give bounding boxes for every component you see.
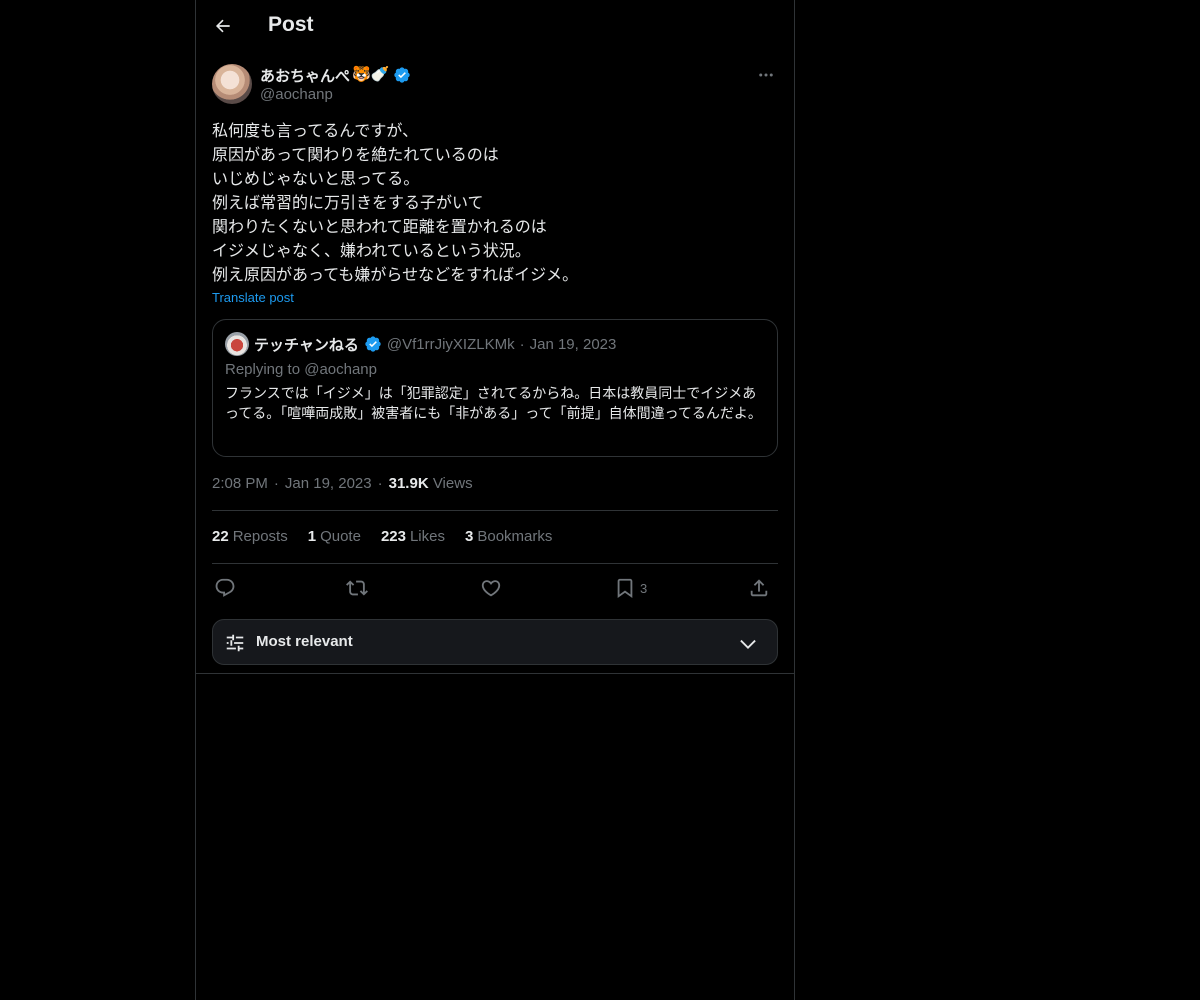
ellipsis-icon bbox=[759, 73, 773, 77]
quoted-author-name: テッチャンねる bbox=[254, 336, 359, 354]
bookmark-icon bbox=[617, 578, 633, 599]
reposts-count: 22 bbox=[212, 528, 229, 545]
divider bbox=[212, 563, 778, 564]
quoted-replying-to: Replying to @aochanp bbox=[225, 361, 377, 378]
share-button[interactable] bbox=[748, 574, 770, 602]
reposts-stat[interactable]: 22 Reposts bbox=[212, 528, 288, 545]
post-time[interactable]: 2:08 PM bbox=[212, 475, 268, 492]
post-text-line: 原因があって関わりを絶たれているのは bbox=[212, 145, 499, 164]
post-text-line: 私何度も言ってるんですが、 bbox=[212, 121, 419, 140]
share-icon bbox=[750, 579, 768, 597]
chevron-down-icon bbox=[740, 639, 756, 649]
more-options-button[interactable] bbox=[754, 64, 778, 86]
quoted-post-card[interactable]: テッチャンねる @Vf1rrJiyXIZLKMk · Jan 19, 2023 … bbox=[212, 319, 778, 457]
bookmarks-stat[interactable]: 3 Bookmarks bbox=[465, 528, 552, 545]
replies-sort-dropdown[interactable]: Most relevant bbox=[212, 619, 778, 665]
post-text-line: 関わりたくないと思われて距離を置かれるのは bbox=[212, 217, 547, 236]
bookmarks-count: 3 bbox=[465, 528, 474, 545]
quoted-author-handle: @Vf1rrJiyXIZLKMk bbox=[386, 335, 515, 353]
quoted-author-avatar bbox=[225, 332, 249, 356]
post-text-line: 例え原因があっても嫌がらせなどをすればイジメ。 bbox=[212, 265, 579, 284]
verified-badge-icon bbox=[393, 66, 411, 84]
repost-button[interactable] bbox=[346, 574, 368, 602]
arrow-left-icon bbox=[215, 19, 230, 33]
post-stats: 22 Reposts 1 Quote 223 Likes 3 Bookmarks bbox=[212, 528, 552, 545]
sort-label: Most relevant bbox=[256, 633, 353, 650]
quoted-post-date: Jan 19, 2023 bbox=[529, 335, 617, 353]
author-name-line: あおちゃんぺ 🐯🍼 bbox=[260, 65, 411, 85]
verified-badge-icon bbox=[365, 336, 381, 352]
views-count: 31.9K bbox=[388, 475, 429, 492]
reply-icon bbox=[215, 578, 235, 597]
post-text-line: イジメじゃなく、嫌われているという状況。 bbox=[212, 241, 531, 260]
post-author: あおちゃんぺ 🐯🍼 @aochanp bbox=[212, 64, 778, 108]
post-meta: 2:08 PM · Jan 19, 2023 · 31.9K Views bbox=[212, 475, 473, 492]
quotes-count: 1 bbox=[307, 528, 317, 545]
bookmark-count: 3 bbox=[640, 580, 648, 596]
sliders-icon bbox=[226, 634, 244, 652]
post-text-line: いじめじゃないと思ってる。 bbox=[212, 169, 420, 188]
translate-post-link[interactable]: Translate post bbox=[212, 290, 294, 305]
like-button[interactable] bbox=[480, 574, 502, 602]
separator-dot: · bbox=[377, 475, 383, 492]
divider bbox=[196, 673, 794, 674]
quoted-post-header: テッチャンねる @Vf1rrJiyXIZLKMk · Jan 19, 2023 bbox=[225, 332, 616, 356]
post-actions: 3 bbox=[212, 574, 778, 602]
post-text-line: 例えば常習的に万引きをする子がいて bbox=[212, 193, 484, 212]
bookmarks-label: Bookmarks bbox=[477, 528, 553, 545]
likes-stat[interactable]: 223 Likes bbox=[381, 528, 445, 545]
author-name[interactable]: あおちゃんぺ bbox=[260, 65, 350, 86]
divider bbox=[212, 510, 778, 511]
post-text: 私何度も言ってるんですが、 原因があって関わりを絶たれているのは いじめじゃない… bbox=[212, 119, 778, 287]
quotes-label: Quote bbox=[320, 528, 361, 545]
author-name-emojis: 🐯🍼 bbox=[352, 66, 390, 83]
views-label: Views bbox=[432, 475, 473, 492]
reply-button[interactable] bbox=[214, 574, 236, 602]
author-avatar[interactable] bbox=[212, 64, 252, 104]
heart-icon bbox=[481, 580, 501, 597]
back-button[interactable] bbox=[208, 11, 238, 41]
author-handle[interactable]: @aochanp bbox=[260, 86, 333, 103]
separator-dot: · bbox=[273, 475, 279, 492]
reposts-label: Reposts bbox=[232, 528, 288, 545]
quoted-post-text: フランスでは「イジメ」は「犯罪認定」されてるからね。日本は教員同士でイジメあって… bbox=[225, 386, 762, 422]
likes-label: Likes bbox=[409, 528, 445, 545]
post-date[interactable]: Jan 19, 2023 bbox=[285, 475, 372, 492]
separator-dot: · bbox=[519, 335, 525, 353]
repost-icon bbox=[346, 580, 368, 596]
page-header: Post bbox=[196, 0, 794, 54]
page-title: Post bbox=[268, 13, 314, 36]
likes-count: 223 bbox=[380, 528, 406, 545]
post-column: Post あおちゃんぺ 🐯🍼 @aochanp 私何度も言ってるんですが、 原因 bbox=[195, 0, 795, 1000]
bookmark-button[interactable]: 3 bbox=[614, 574, 647, 602]
quotes-stat[interactable]: 1 Quote bbox=[308, 528, 361, 545]
